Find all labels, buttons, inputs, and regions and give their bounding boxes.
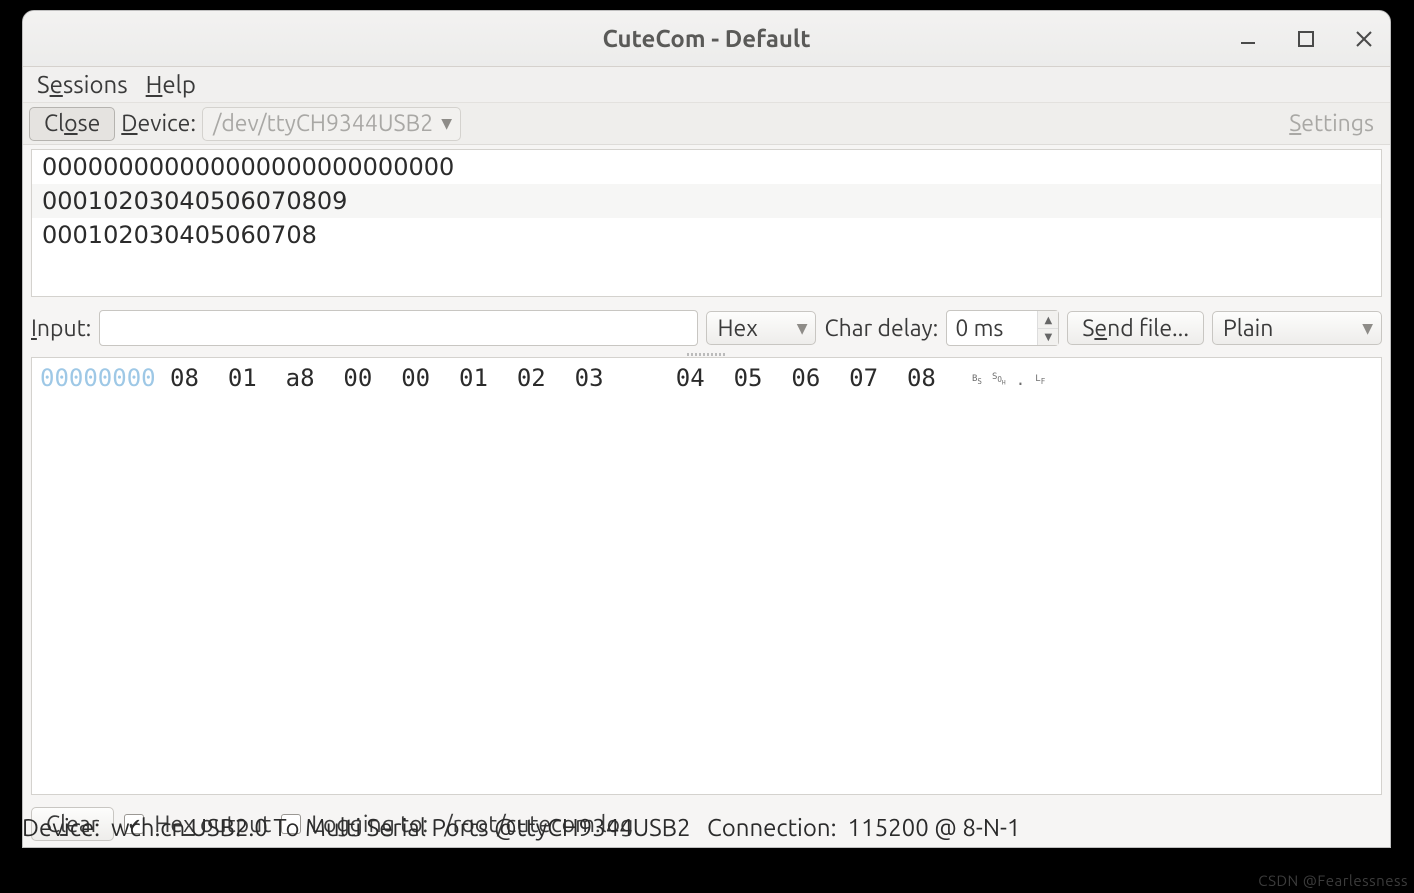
device-label: Device: bbox=[121, 111, 196, 136]
menubar: Sessions Help bbox=[23, 67, 1390, 103]
window-title: CuteCom - Default bbox=[602, 25, 810, 52]
titlebar: CuteCom - Default bbox=[23, 11, 1390, 67]
status-connection-value: 115200 @ 8-N-1 bbox=[848, 814, 1021, 841]
hex-line: 00000000 08 01 a8 00 00 01 02 03 04 05 0… bbox=[40, 364, 1373, 392]
chevron-down-icon: ▼ bbox=[797, 320, 808, 337]
minimize-button[interactable] bbox=[1232, 23, 1264, 55]
close-window-button[interactable] bbox=[1348, 23, 1380, 55]
input-format-combo[interactable]: Hex ▼ bbox=[706, 311, 816, 345]
chardelay-label: Char delay: bbox=[824, 316, 938, 341]
status-device-label: Device: bbox=[22, 814, 100, 841]
step-up-icon[interactable]: ▲ bbox=[1038, 311, 1058, 328]
receive-line: 000000000000000000000000000 bbox=[32, 150, 1381, 184]
step-down-icon[interactable]: ▼ bbox=[1038, 328, 1058, 345]
send-file-button[interactable]: Send file... bbox=[1067, 311, 1204, 345]
settings-button[interactable]: Settings bbox=[1289, 111, 1384, 136]
receive-line: 00010203040506070809 bbox=[32, 184, 1381, 218]
receive-line: 000102030405060708 bbox=[32, 218, 1381, 252]
sendmode-value: Plain bbox=[1223, 316, 1273, 341]
chardelay-value: 0 ms bbox=[947, 316, 1037, 341]
chevron-down-icon: ▼ bbox=[441, 115, 452, 132]
close-connection-button[interactable]: Close bbox=[29, 107, 115, 141]
menu-sessions[interactable]: Sessions bbox=[37, 71, 128, 98]
maximize-button[interactable] bbox=[1290, 23, 1322, 55]
hex-bytes: 04 05 06 07 08 bbox=[676, 364, 936, 392]
input-field[interactable] bbox=[99, 310, 698, 346]
device-value: /dev/ttyCH9344USB2 bbox=[213, 111, 433, 136]
input-format-value: Hex bbox=[717, 316, 757, 341]
hex-ascii-ctrl: BSSOH.LF bbox=[972, 370, 1055, 389]
window-controls bbox=[1232, 11, 1380, 67]
device-combo[interactable]: /dev/ttyCH9344USB2 ▼ bbox=[202, 107, 461, 141]
chevron-down-icon: ▼ bbox=[1362, 320, 1373, 337]
hex-address: 00000000 bbox=[40, 364, 156, 392]
receive-pane[interactable]: 000000000000000000000000000 000102030405… bbox=[31, 149, 1382, 297]
statusbar: Device: wch.cn USB2.0 To Multi Serial Po… bbox=[22, 810, 1391, 845]
app-window: CuteCom - Default Sessions Help Close De… bbox=[22, 10, 1391, 848]
status-connection-label: Connection: bbox=[707, 814, 836, 841]
status-device-value: wch.cn USB2.0 To Multi Serial Ports @tty… bbox=[111, 814, 691, 841]
input-row: Input: Hex ▼ Char delay: 0 ms ▲ ▼ Send f… bbox=[23, 305, 1390, 351]
watermark: CSDN @Fearlessness bbox=[1258, 872, 1408, 889]
hex-dump-pane[interactable]: 00000000 08 01 a8 00 00 01 02 03 04 05 0… bbox=[31, 357, 1382, 795]
hex-bytes: 08 01 a8 00 00 01 02 03 bbox=[156, 364, 604, 392]
menu-help[interactable]: Help bbox=[146, 71, 196, 98]
sendmode-combo[interactable]: Plain ▼ bbox=[1212, 311, 1382, 345]
input-label: Input: bbox=[31, 316, 91, 341]
chardelay-stepper[interactable]: 0 ms ▲ ▼ bbox=[946, 310, 1059, 346]
toolbar: Close Device: /dev/ttyCH9344USB2 ▼ Setti… bbox=[23, 103, 1390, 145]
